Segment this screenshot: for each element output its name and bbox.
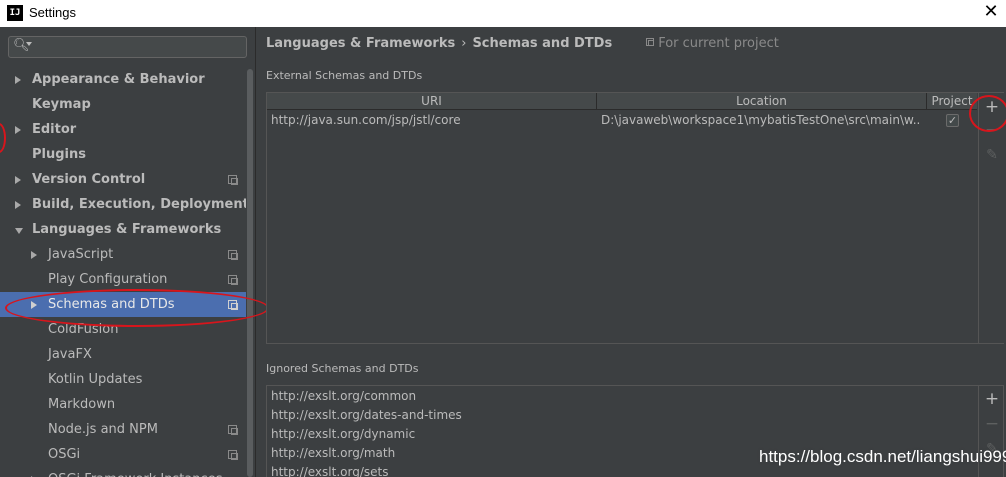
- sidebar-item-label: JavaFX: [48, 347, 92, 362]
- table-header: URI Location Project: [267, 93, 977, 110]
- sidebar-scrollbar-thumb[interactable]: [247, 69, 253, 477]
- breadcrumb-separator: ›: [461, 36, 467, 51]
- list-item[interactable]: http://exslt.org/dates-and-times: [271, 406, 462, 425]
- list-item[interactable]: http://exslt.org/common: [271, 387, 416, 406]
- external-table-area[interactable]: URI Location Project http://java.sun.com…: [267, 93, 977, 343]
- expand-arrow-icon[interactable]: [15, 201, 21, 209]
- sidebar-scrollbar[interactable]: [246, 67, 254, 477]
- settings-main-panel: Languages & Frameworks › Schemas and DTDs F…: [257, 27, 1006, 477]
- sidebar-item-label: Build, Execution, Deployment: [32, 197, 249, 212]
- sidebar-item-osgi[interactable]: OSGi: [0, 442, 246, 467]
- sidebar-item-plugins[interactable]: Plugins: [0, 142, 246, 167]
- sidebar-item-kotlin-updates[interactable]: Kotlin Updates: [0, 367, 246, 392]
- breadcrumb: Languages & Frameworks › Schemas and DTDs F…: [266, 36, 779, 54]
- remove-ignored-button[interactable]: −: [979, 413, 1003, 435]
- sidebar-item-label: Keymap: [32, 97, 91, 112]
- sidebar-item-label: JavaScript: [48, 247, 114, 262]
- breadcrumb-current: Schemas and DTDs: [472, 36, 613, 51]
- sidebar-item-version-control[interactable]: Version Control: [0, 167, 246, 192]
- project-scope-icon: [228, 250, 238, 260]
- expand-arrow-icon[interactable]: [15, 126, 21, 134]
- project-scope-icon: [228, 450, 238, 460]
- search-options-icon[interactable]: [26, 42, 32, 46]
- sidebar-item-label: Kotlin Updates: [48, 372, 143, 387]
- row-uri: http://java.sun.com/jsp/jstl/core: [271, 113, 461, 127]
- annotation-ellipse-selected-item: [5, 289, 269, 327]
- close-icon[interactable]: ✕: [982, 3, 1000, 21]
- sidebar-item-markdown[interactable]: Markdown: [0, 392, 246, 417]
- sidebar-item-label: OSGi: [48, 447, 81, 462]
- scope-label: For current project: [658, 36, 779, 51]
- sidebar-item-label: Editor: [32, 122, 77, 137]
- edit-schema-button[interactable]: ✎: [979, 144, 1005, 166]
- sidebar-item-label: Languages & Frameworks: [32, 222, 222, 237]
- sidebar-item-javafx[interactable]: JavaFX: [0, 342, 246, 367]
- column-header-location[interactable]: Location: [597, 93, 927, 110]
- sidebar-item-languages-frameworks[interactable]: Languages & Frameworks: [0, 217, 246, 242]
- intellij-app-icon: IJ: [7, 5, 23, 21]
- collapse-arrow-icon[interactable]: [15, 228, 23, 234]
- external-section-title: External Schemas and DTDs: [266, 69, 423, 82]
- search-input[interactable]: 🔍︎: [8, 36, 247, 58]
- settings-sidebar: 🔍︎ Appearance & Behavior Keymap Editor Plug…: [0, 27, 269, 477]
- expand-arrow-icon[interactable]: [15, 176, 21, 184]
- sidebar-item-label: Markdown: [48, 397, 116, 412]
- project-scope-icon: [646, 38, 655, 46]
- sidebar-item-label: Version Control: [32, 172, 146, 187]
- title-bar: IJ Settings ✕: [0, 0, 1006, 27]
- sidebar-item-label: Plugins: [32, 147, 86, 162]
- list-item[interactable]: http://exslt.org/sets: [271, 463, 388, 477]
- sidebar-item-javascript[interactable]: JavaScript: [0, 242, 246, 267]
- add-ignored-button[interactable]: +: [979, 388, 1003, 410]
- sidebar-item-label: Appearance & Behavior: [32, 72, 205, 87]
- list-item[interactable]: http://exslt.org/math: [271, 444, 395, 463]
- project-checkbox[interactable]: ✓: [946, 114, 959, 127]
- row-location: D:\javaweb\workspace1\mybatisTestOne\src…: [601, 113, 921, 127]
- expand-arrow-icon[interactable]: [15, 76, 21, 84]
- sidebar-item-osgi-framework-instances[interactable]: OSGi Framework Instances: [0, 467, 246, 477]
- project-scope-icon: [228, 425, 238, 435]
- expand-arrow-icon[interactable]: [31, 251, 37, 259]
- sidebar-item-node-js-and-npm[interactable]: Node.js and NPM: [0, 417, 246, 442]
- sidebar-item-keymap[interactable]: Keymap: [0, 92, 246, 117]
- breadcrumb-parent[interactable]: Languages & Frameworks: [266, 36, 455, 51]
- annotation-circle-add-button: [969, 95, 1006, 132]
- column-header-uri[interactable]: URI: [267, 93, 597, 110]
- table-row[interactable]: http://java.sun.com/jsp/jstl/core D:\jav…: [267, 110, 977, 130]
- sidebar-item-build-execution-deployment[interactable]: Build, Execution, Deployment: [0, 192, 249, 217]
- ignored-section-title: Ignored Schemas and DTDs: [266, 362, 419, 375]
- project-scope-icon: [228, 175, 238, 185]
- sidebar-item-label: OSGi Framework Instances: [48, 467, 222, 477]
- settings-tree: Appearance & Behavior Keymap Editor Plugins…: [0, 67, 249, 477]
- sidebar-item-label: Node.js and NPM: [48, 422, 158, 437]
- list-item[interactable]: http://exslt.org/dynamic: [271, 425, 415, 444]
- project-scope-icon: [228, 275, 238, 285]
- sidebar-item-editor[interactable]: Editor: [0, 117, 246, 142]
- external-schemas-table: URI Location Project http://java.sun.com…: [266, 92, 1004, 344]
- window-title: Settings: [29, 5, 76, 20]
- watermark: https://blog.csdn.net/liangshui999: [759, 447, 1006, 466]
- sidebar-item-appearance-behavior[interactable]: Appearance & Behavior: [0, 67, 246, 92]
